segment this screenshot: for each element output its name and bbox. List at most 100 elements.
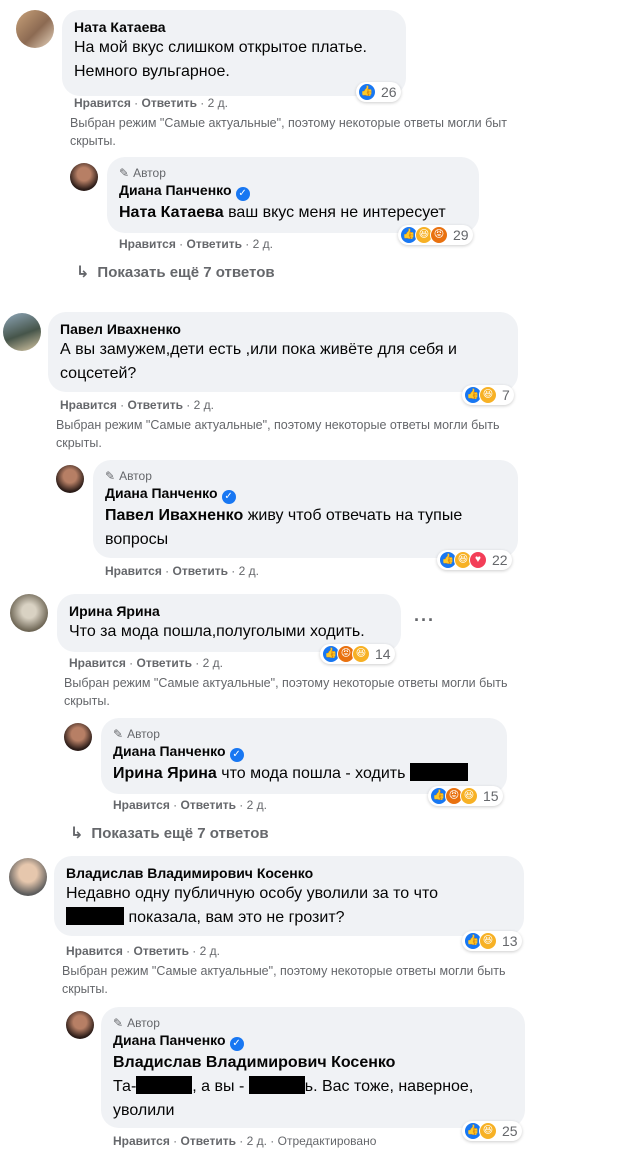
- comment-actions: Нравится · Ответить · 2 д.: [69, 656, 223, 670]
- reply-button[interactable]: Ответить: [173, 564, 228, 578]
- reaction-summary[interactable]: 👍 😆 ♥ 22: [437, 550, 512, 570]
- notice-text: скрыты.: [56, 436, 102, 450]
- comment-bubble: Владислав Владимирович Косенко Недавно о…: [54, 856, 524, 936]
- avatar[interactable]: [3, 313, 41, 351]
- comment-bubble: Ната Катаева На мой вкус слишком открыто…: [62, 10, 406, 96]
- pencil-icon: ✎: [113, 727, 124, 741]
- comment-actions: Нравится · Ответить · 2 д.: [119, 237, 273, 251]
- author-tag: ✎ Автор: [113, 726, 495, 742]
- sort-notice: Выбран режим "Самые актуальные", поэтому…: [64, 674, 584, 710]
- avatar[interactable]: [10, 594, 48, 632]
- reaction-summary[interactable]: 👍 😆 25: [462, 1121, 522, 1141]
- reply-text-content: Та-: [113, 1078, 137, 1095]
- reply-author-name[interactable]: Диана Панченко: [113, 1032, 226, 1048]
- reply-author-name[interactable]: Диана Панченко: [105, 485, 218, 501]
- reaction-summary[interactable]: 👍 😆 13: [462, 931, 522, 951]
- sort-notice: Выбран режим "Самые актуальные", поэтому…: [62, 962, 582, 998]
- pencil-icon: ✎: [119, 166, 130, 180]
- reaction-count: 14: [375, 646, 391, 662]
- reaction-summary[interactable]: 👍 😡 😆 14: [320, 644, 395, 664]
- comment-author[interactable]: Ната Катаева: [74, 18, 394, 36]
- comment-text: Недавно одну публичную особу уволили за …: [66, 885, 439, 902]
- reply-author-name[interactable]: Диана Панченко: [119, 182, 232, 198]
- show-more-label[interactable]: Показать ещё 7 ответов: [97, 263, 274, 283]
- avatar[interactable]: [56, 465, 84, 493]
- redaction-bar: [66, 907, 124, 925]
- comment-author[interactable]: Павел Ивахненко: [60, 320, 506, 338]
- reply-bubble: ✎ Автор Диана Панченко ✓ Ирина Ярина что м…: [101, 718, 507, 794]
- heart-reaction-icon: ♥: [469, 551, 487, 569]
- redaction-bar: [248, 1076, 305, 1094]
- reaction-count: 13: [502, 933, 518, 949]
- verified-icon: ✓: [235, 187, 250, 201]
- timestamp[interactable]: 2 д.: [194, 398, 214, 412]
- more-options-icon[interactable]: ···: [414, 610, 435, 631]
- like-button[interactable]: Нравится: [119, 237, 176, 251]
- avatar[interactable]: [66, 1011, 94, 1039]
- reaction-count: 26: [381, 84, 397, 100]
- avatar[interactable]: [64, 723, 92, 751]
- comment-text: А вы замужем,дети есть ,или пока живёте …: [60, 341, 457, 358]
- timestamp[interactable]: 2 д.: [203, 656, 223, 670]
- notice-text: Выбран режим "Самые актуальные", поэтому…: [70, 116, 507, 130]
- mention-link[interactable]: Павел Ивахненко: [105, 507, 243, 524]
- mention-link[interactable]: Владислав Владимирович Косенко: [113, 1054, 395, 1071]
- show-more-replies[interactable]: ↳ Показать ещё 7 ответов: [70, 824, 269, 844]
- notice-text: Выбран режим "Самые актуальные", поэтому…: [56, 418, 500, 432]
- reply-button[interactable]: Ответить: [181, 798, 236, 812]
- reply-button[interactable]: Ответить: [181, 1134, 236, 1148]
- timestamp[interactable]: 2 д.: [247, 1134, 267, 1148]
- show-more-replies[interactable]: ↳ Показать ещё 7 ответов: [76, 263, 275, 283]
- reaction-count: 15: [483, 788, 499, 804]
- timestamp[interactable]: 2 д.: [253, 237, 273, 251]
- timestamp[interactable]: 2 д.: [239, 564, 259, 578]
- comment-author[interactable]: Владислав Владимирович Косенко: [66, 864, 512, 882]
- reply-author-name[interactable]: Диана Панченко: [113, 743, 226, 759]
- avatar[interactable]: [16, 10, 54, 48]
- reaction-summary[interactable]: 👍 😡 😆 15: [428, 786, 503, 806]
- timestamp[interactable]: 2 д.: [247, 798, 267, 812]
- comment-author[interactable]: Ирина Ярина: [69, 602, 389, 620]
- show-more-label[interactable]: Показать ещё 7 ответов: [91, 824, 268, 844]
- reply-text: вопросы: [105, 531, 169, 548]
- author-label: Автор: [133, 166, 166, 180]
- timestamp[interactable]: 2 д.: [200, 944, 220, 958]
- reply-text: Павел Ивахненко живу чтоб отвечать на ту…: [105, 504, 506, 528]
- reaction-summary[interactable]: 👍 😆 😡 29: [398, 225, 473, 245]
- reply-author[interactable]: Диана Панченко ✓: [105, 484, 506, 504]
- redaction-bar: [409, 763, 468, 781]
- reply-button[interactable]: Ответить: [142, 96, 197, 110]
- reply-author[interactable]: Диана Панченко ✓: [119, 181, 467, 201]
- avatar[interactable]: [9, 858, 47, 896]
- avatar[interactable]: [70, 163, 98, 191]
- comment-actions: Нравится · Ответить · 2 д. · Отредактиро…: [113, 1134, 377, 1148]
- haha-reaction-icon: 😆: [479, 386, 497, 404]
- reply-author[interactable]: Диана Панченко ✓: [113, 1031, 513, 1051]
- mention-link[interactable]: Ната Катаева: [119, 204, 224, 221]
- reply-text: уволили: [113, 1102, 175, 1119]
- reply-author[interactable]: Диана Панченко ✓: [113, 742, 495, 762]
- reply-button[interactable]: Ответить: [134, 944, 189, 958]
- like-button[interactable]: Нравится: [105, 564, 162, 578]
- mention-link[interactable]: Ирина Ярина: [113, 765, 217, 782]
- comment-actions: Нравится · Ответить · 2 д.: [74, 96, 228, 110]
- notice-text: Выбран режим "Самые актуальные", поэтому…: [62, 964, 506, 978]
- like-button[interactable]: Нравится: [113, 798, 170, 812]
- timestamp[interactable]: 2 д.: [208, 96, 228, 110]
- like-button[interactable]: Нравится: [74, 96, 131, 110]
- pencil-icon: ✎: [113, 1016, 124, 1030]
- author-label: Автор: [127, 1016, 160, 1030]
- like-button[interactable]: Нравится: [66, 944, 123, 958]
- pencil-icon: ✎: [105, 469, 116, 483]
- reaction-summary[interactable]: 👍 26: [356, 82, 401, 102]
- comment-text: На мой вкус слишком открытое платье.: [74, 39, 367, 56]
- reply-button[interactable]: Ответить: [128, 398, 183, 412]
- like-button[interactable]: Нравится: [60, 398, 117, 412]
- reaction-summary[interactable]: 👍 😆 7: [462, 385, 514, 405]
- reply-button[interactable]: Ответить: [187, 237, 242, 251]
- reaction-count: 29: [453, 227, 469, 243]
- reply-button[interactable]: Ответить: [137, 656, 192, 670]
- like-button[interactable]: Нравится: [69, 656, 126, 670]
- comment-actions: Нравится · Ответить · 2 д.: [66, 944, 220, 958]
- like-button[interactable]: Нравится: [113, 1134, 170, 1148]
